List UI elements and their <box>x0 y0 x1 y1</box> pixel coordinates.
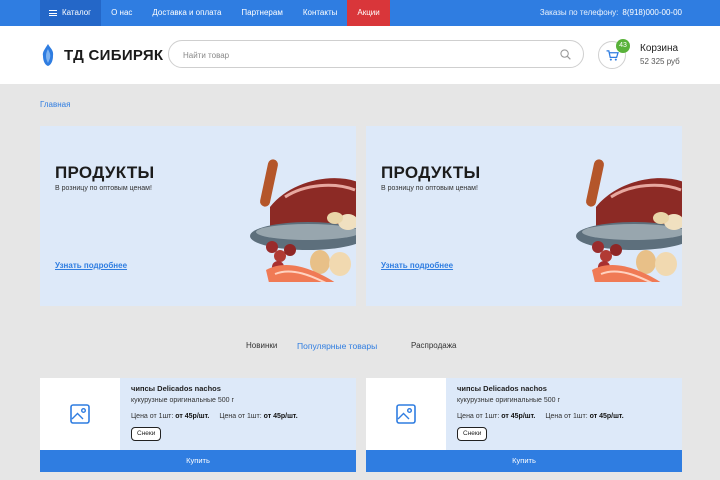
food-assortment-image <box>576 159 682 282</box>
nav-catalog-label: Каталог <box>62 8 92 17</box>
product-price: Цена от 1шт: от 45р/шт. Цена от 1шт: от … <box>457 413 624 420</box>
price-label: Цена от 1шт: <box>219 413 262 420</box>
nav-contacts[interactable]: Контакты <box>293 0 348 26</box>
product-description: кукурузные оригинальные 500 г <box>457 397 561 404</box>
nav-catalog[interactable]: Каталог <box>40 0 102 26</box>
price-label: Цена от 1шт: <box>131 413 174 420</box>
product-image-placeholder[interactable] <box>40 378 120 450</box>
logo[interactable]: ТД СИБИРЯК <box>40 43 163 67</box>
price-value: от 45р/шт. <box>175 413 210 420</box>
site-header: ТД СИБИРЯК 43 Корзина 52 325 руб <box>0 26 720 84</box>
price-value: от 45р/шт. <box>263 413 298 420</box>
banner-more-link[interactable]: Узнать подробнее <box>55 261 127 270</box>
category-tag[interactable]: Снеки <box>131 427 162 441</box>
phone-info: Заказы по телефону: 8(918)000-00-00 <box>540 0 682 26</box>
category-tag[interactable]: Снеки <box>457 427 488 441</box>
cart-count-badge: 43 <box>616 39 630 53</box>
banner-title: ПРОДУКТЫ <box>55 163 155 182</box>
top-nav-bar: Каталог О нас Доставка и оплата Партнера… <box>0 0 720 26</box>
main-nav: Каталог О нас Доставка и оплата Партнера… <box>40 0 390 26</box>
banner-subtitle: В розницу по оптовым ценам! <box>381 185 478 192</box>
cart-info[interactable]: Корзина 52 325 руб <box>640 43 680 66</box>
buy-button[interactable]: Купить <box>40 450 356 472</box>
tab-sale[interactable]: Распродажа <box>411 341 457 350</box>
image-placeholder-icon <box>396 404 416 424</box>
banner-more-link[interactable]: Узнать подробнее <box>381 261 453 270</box>
buy-button[interactable]: Купить <box>366 450 682 472</box>
price-label: Цена от 1шт: <box>545 413 588 420</box>
product-card: чипсы Delicados nachos кукурузные оригин… <box>366 378 682 472</box>
cart-title: Корзина <box>640 43 679 54</box>
phone-label: Заказы по телефону: <box>539 8 619 17</box>
image-placeholder-icon <box>70 404 90 424</box>
price-value: от 45р/шт. <box>589 413 624 420</box>
nav-partners[interactable]: Партнерам <box>231 0 292 26</box>
search-icon[interactable] <box>560 49 571 60</box>
menu-icon <box>49 10 57 16</box>
banner-subtitle: В розницу по оптовым ценам! <box>55 185 152 192</box>
food-assortment-image <box>250 159 356 282</box>
banner-title: ПРОДУКТЫ <box>381 163 481 182</box>
cart-button[interactable]: 43 <box>598 39 630 69</box>
promo-banner: ПРОДУКТЫ В розницу по оптовым ценам! Узн… <box>366 126 682 306</box>
tab-new[interactable]: Новинки <box>246 341 277 350</box>
product-description: кукурузные оригинальные 500 г <box>131 397 235 404</box>
phone-number[interactable]: 8(918)000-00-00 <box>622 8 682 17</box>
product-tabs: Новинки Популярные товары Распродажа <box>0 341 720 353</box>
search-box <box>168 40 584 68</box>
tab-popular[interactable]: Популярные товары <box>297 341 377 351</box>
product-image-placeholder[interactable] <box>366 378 446 450</box>
search-input[interactable] <box>183 48 543 62</box>
price-label: Цена от 1шт: <box>457 413 500 420</box>
nav-delivery[interactable]: Доставка и оплата <box>142 0 231 26</box>
logo-text: ТД СИБИРЯК <box>64 46 164 64</box>
breadcrumb-home[interactable]: Главная <box>40 100 70 109</box>
cart-sum: 52 325 руб <box>640 57 680 66</box>
nav-about[interactable]: О нас <box>101 0 142 26</box>
product-name[interactable]: чипсы Delicados nachos <box>131 384 221 393</box>
product-card: чипсы Delicados nachos кукурузные оригин… <box>40 378 356 472</box>
product-name[interactable]: чипсы Delicados nachos <box>457 384 547 393</box>
logo-icon <box>42 44 54 66</box>
cart-icon <box>606 50 619 61</box>
price-value: от 45р/шт. <box>501 413 536 420</box>
promo-banner: ПРОДУКТЫ В розницу по оптовым ценам! Узн… <box>40 126 356 306</box>
product-price: Цена от 1шт: от 45р/шт. Цена от 1шт: от … <box>131 413 298 420</box>
nav-promo[interactable]: Акции <box>347 0 390 26</box>
